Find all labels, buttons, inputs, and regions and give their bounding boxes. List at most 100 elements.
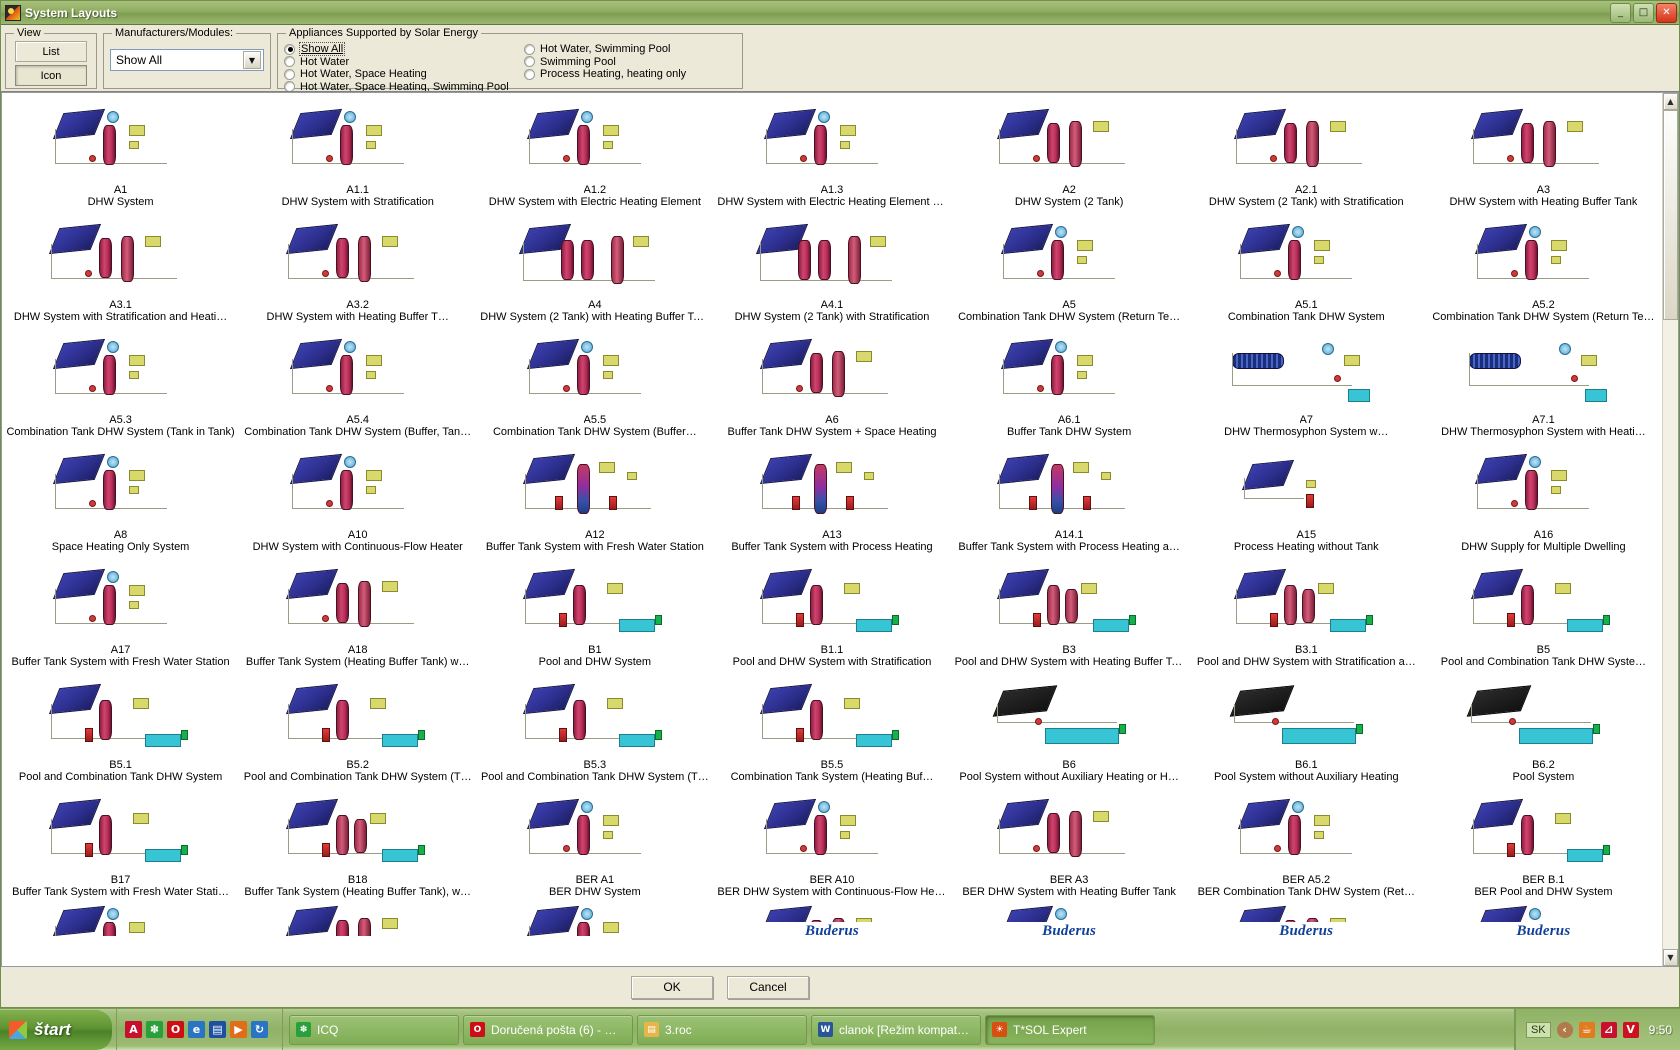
radio-hot-water[interactable]: Hot Water [284, 56, 524, 69]
system-layout-item[interactable]: A17Buffer Tank System with Fresh Water S… [2, 555, 239, 670]
system-layout-item[interactable]: A1DHW System [2, 95, 239, 210]
system-layout-item[interactable]: A5.5Combination Tank DHW System (Buffer… [476, 325, 713, 440]
chevron-down-icon[interactable]: ▼ [243, 51, 261, 69]
system-layout-item[interactable]: A4.1DHW System (2 Tank) with Stratificat… [713, 210, 950, 325]
vertical-scrollbar[interactable]: ▲ ▼ [1662, 92, 1679, 967]
start-button[interactable]: štart [0, 1009, 112, 1050]
taskbar-clock[interactable]: 9:50 [1645, 1023, 1672, 1037]
taskbar-task[interactable]: ODoručená pošta (6) - … [463, 1015, 633, 1045]
system-layout-item[interactable]: A5Combination Tank DHW System (Return Te… [951, 210, 1188, 325]
system-layout-item[interactable]: A5.2Combination Tank DHW System (Return … [1425, 210, 1662, 325]
system-layout-item[interactable]: A2DHW System (2 Tank) [951, 95, 1188, 210]
system-layout-code: B5.3 [584, 759, 607, 771]
java-icon[interactable]: ☕ [1579, 1022, 1595, 1038]
system-layout-item[interactable]: A5.1Combination Tank DHW System [1188, 210, 1425, 325]
radio-show-all[interactable]: Show All [284, 43, 524, 56]
acrobat-reader-icon[interactable]: ⊿ [1601, 1022, 1617, 1038]
system-layout-item[interactable]: A7DHW Thermosyphon System w… [1188, 325, 1425, 440]
save-icon[interactable]: ▤ [209, 1021, 226, 1038]
system-layout-item[interactable]: B3Pool and DHW System with Heating Buffe… [951, 555, 1188, 670]
system-layout-item[interactable]: A2.1DHW System (2 Tank) with Stratificat… [1188, 95, 1425, 210]
system-layout-item[interactable]: BER A3BER DHW System with Heating Buffer… [951, 785, 1188, 900]
system-layout-item[interactable]: B5Pool and Combination Tank DHW Syste… [1425, 555, 1662, 670]
system-layout-item[interactable]: B3.1Pool and DHW System with Stratificat… [1188, 555, 1425, 670]
system-layout-code: B6 [1062, 759, 1075, 771]
radio-process-heating[interactable]: Process Heating, heating only [524, 68, 734, 81]
opera-icon[interactable]: O [167, 1021, 184, 1038]
system-layout-item[interactable] [2, 902, 239, 942]
system-layout-item[interactable]: A10DHW System with Continuous-Flow Heate… [239, 440, 476, 555]
system-layout-item[interactable]: A3.1DHW System with Stratification and H… [2, 210, 239, 325]
radio-hot-water-space-heating[interactable]: Hot Water, Space Heating [284, 68, 524, 81]
cancel-button[interactable]: Cancel [727, 976, 809, 999]
system-layout-item[interactable]: B18Buffer Tank System (Heating Buffer Ta… [239, 785, 476, 900]
system-layout-item[interactable]: A3DHW System with Heating Buffer Tank [1425, 95, 1662, 210]
system-layout-item[interactable]: Buderus [713, 902, 950, 942]
scroll-up-icon[interactable]: ▲ [1663, 93, 1678, 110]
taskbar-task[interactable]: Wclanok [Režim kompat… [811, 1015, 981, 1045]
system-layout-item[interactable] [476, 902, 713, 942]
system-layout-item[interactable]: A4DHW System (2 Tank) with Heating Buffe… [476, 210, 713, 325]
system-layout-item[interactable]: B5.1Pool and Combination Tank DHW System [2, 670, 239, 785]
system-layout-item[interactable]: B6.1Pool System without Auxiliary Heatin… [1188, 670, 1425, 785]
scroll-down-icon[interactable]: ▼ [1663, 949, 1678, 966]
system-layout-item[interactable]: B6Pool System without Auxiliary Heating … [951, 670, 1188, 785]
system-layout-item[interactable]: B5.2Pool and Combination Tank DHW System… [239, 670, 476, 785]
scrollbar-track[interactable] [1663, 110, 1678, 949]
system-layout-item[interactable]: A6.1Buffer Tank DHW System [951, 325, 1188, 440]
system-layout-item[interactable]: Buderus [1425, 902, 1662, 942]
show-hidden-icons-icon[interactable]: ‹ [1557, 1022, 1573, 1038]
system-layout-item[interactable]: B17Buffer Tank System with Fresh Water S… [2, 785, 239, 900]
system-layouts-icon-view[interactable]: A1DHW SystemA1.1DHW System with Stratifi… [1, 92, 1662, 967]
system-layout-item[interactable]: A3.2DHW System with Heating Buffer T… [239, 210, 476, 325]
system-layout-item[interactable]: BER A10BER DHW System with Continuous-Fl… [713, 785, 950, 900]
system-layout-item[interactable]: A18Buffer Tank System (Heating Buffer Ta… [239, 555, 476, 670]
system-layout-item[interactable]: A14.1Buffer Tank System with Process Hea… [951, 440, 1188, 555]
system-layout-item[interactable]: BER A5.2BER Combination Tank DHW System … [1188, 785, 1425, 900]
media-player-icon[interactable]: ▶ [230, 1021, 247, 1038]
ok-button[interactable]: OK [631, 976, 713, 999]
taskbar-task[interactable]: ✽ICQ [289, 1015, 459, 1045]
system-layout-item[interactable]: A16DHW Supply for Multiple Dwelling [1425, 440, 1662, 555]
language-indicator[interactable]: SK [1526, 1022, 1551, 1038]
system-layout-item[interactable]: A6Buffer Tank DHW System + Space Heating [713, 325, 950, 440]
system-layout-item[interactable]: A12Buffer Tank System with Fresh Water S… [476, 440, 713, 555]
system-layout-item[interactable]: A1.3DHW System with Electric Heating Ele… [713, 95, 950, 210]
system-layout-item[interactable]: A5.4Combination Tank DHW System (Buffer,… [239, 325, 476, 440]
system-layout-item[interactable]: B6.2Pool System [1425, 670, 1662, 785]
system-layout-item[interactable]: B1Pool and DHW System [476, 555, 713, 670]
view-list-button[interactable]: List [15, 41, 87, 62]
radio-swimming-pool[interactable]: Swimming Pool [524, 56, 734, 69]
scrollbar-thumb[interactable] [1663, 110, 1678, 320]
system-layout-item[interactable]: Buderus [951, 902, 1188, 942]
clover-icon[interactable]: ✽ [146, 1021, 163, 1038]
view-icon-button[interactable]: Icon [15, 65, 87, 86]
system-layout-item[interactable]: A1.2DHW System with Electric Heating Ele… [476, 95, 713, 210]
radio-hot-water-pool[interactable]: Hot Water, Swimming Pool [524, 43, 734, 56]
taskbar-task[interactable]: ☀T*SOL Expert [985, 1015, 1155, 1045]
internet-explorer-icon[interactable]: e [188, 1021, 205, 1038]
adobe-acrobat-icon[interactable]: A [125, 1021, 142, 1038]
system-layout-item[interactable] [239, 902, 476, 942]
close-button[interactable]: ✕ [1656, 3, 1677, 23]
system-layout-item[interactable]: B5.5Combination Tank System (Heating Buf… [713, 670, 950, 785]
system-layout-item[interactable]: A15Process Heating without Tank [1188, 440, 1425, 555]
taskbar-task[interactable]: ▤3.roc [637, 1015, 807, 1045]
system-schematic-icon [41, 220, 201, 298]
manufacturers-dropdown[interactable]: Show All ▼ [110, 49, 264, 71]
refresh-icon[interactable]: ↻ [251, 1021, 268, 1038]
system-layout-item[interactable]: A13Buffer Tank System with Process Heati… [713, 440, 950, 555]
minimize-button[interactable]: _ [1610, 3, 1631, 23]
system-layout-item[interactable]: Buderus [1188, 902, 1425, 942]
system-layout-item[interactable]: BER B.1BER Pool and DHW System [1425, 785, 1662, 900]
system-layout-item[interactable]: B5.3Pool and Combination Tank DHW System… [476, 670, 713, 785]
system-layout-item[interactable]: A7.1DHW Thermosyphon System with Heati… [1425, 325, 1662, 440]
maximize-button[interactable]: □ [1633, 3, 1654, 23]
system-layout-code: A5.5 [584, 414, 607, 426]
system-layout-item[interactable]: A5.3Combination Tank DHW System (Tank in… [2, 325, 239, 440]
system-layout-item[interactable]: A8Space Heating Only System [2, 440, 239, 555]
system-layout-item[interactable]: BER A1BER DHW System [476, 785, 713, 900]
avg-antivirus-icon[interactable]: V [1623, 1022, 1639, 1038]
system-layout-item[interactable]: B1.1Pool and DHW System with Stratificat… [713, 555, 950, 670]
system-layout-item[interactable]: A1.1DHW System with Stratification [239, 95, 476, 210]
